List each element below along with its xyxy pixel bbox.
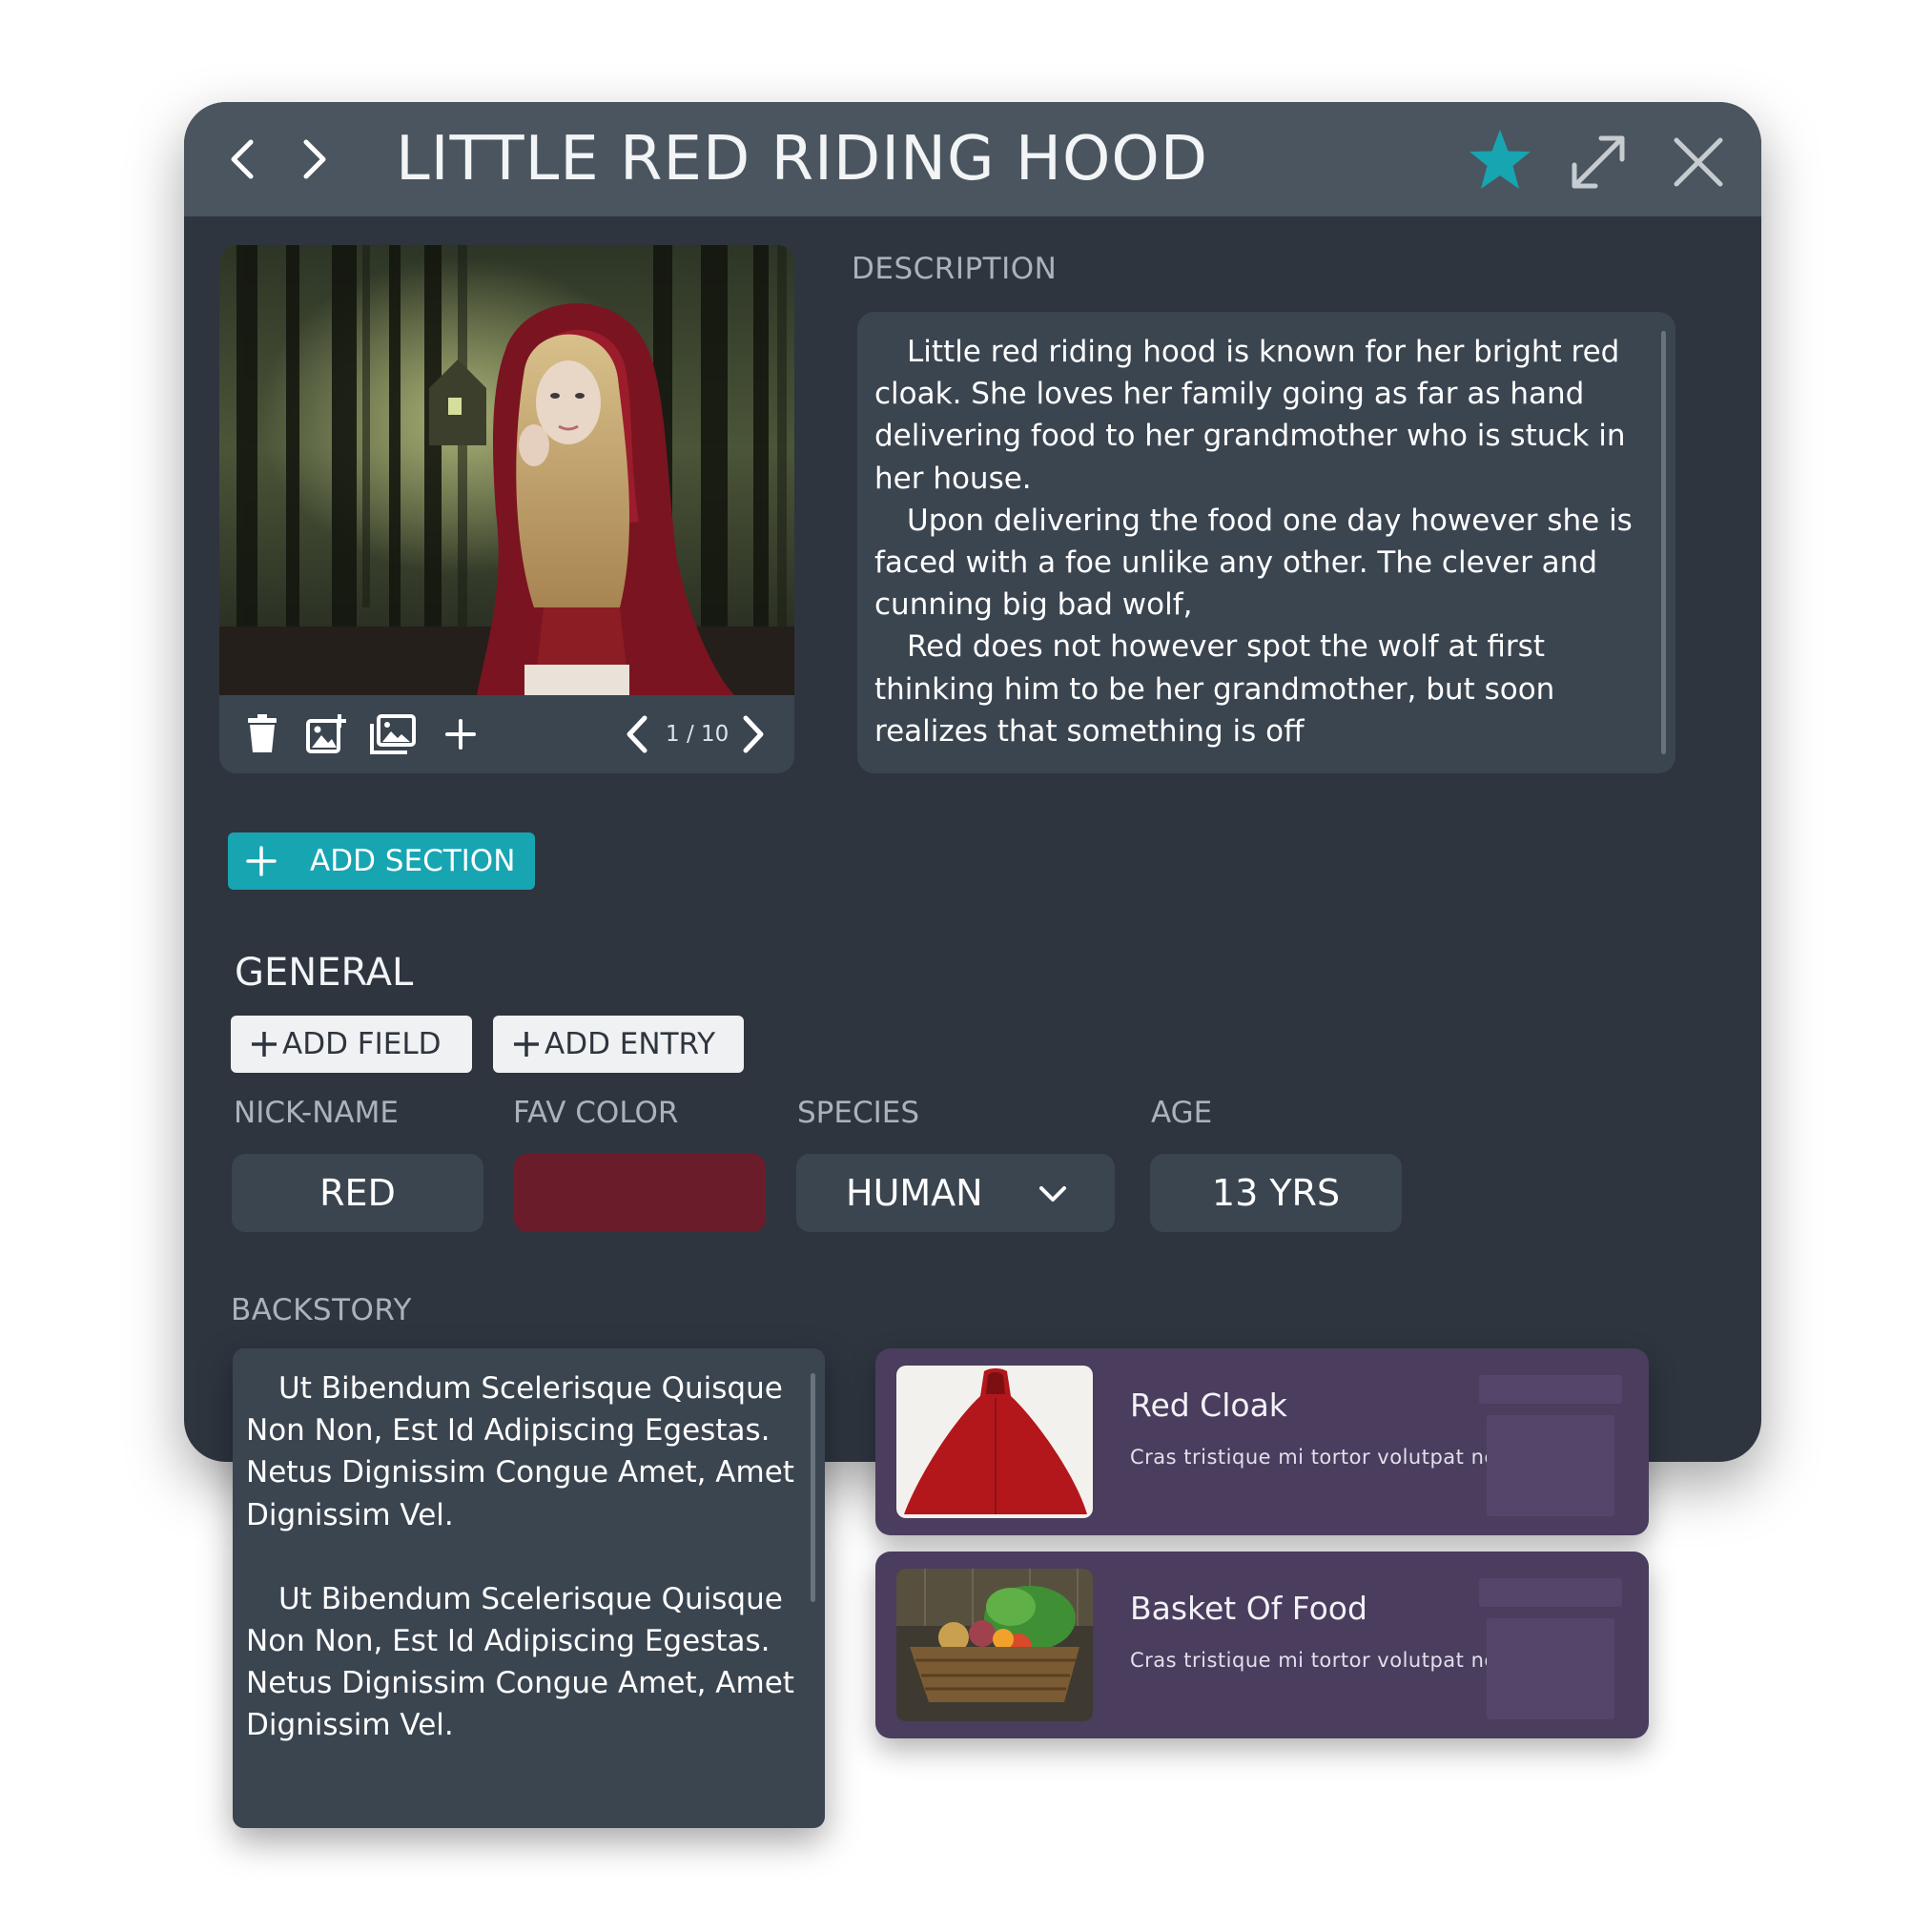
backstory-scrollbar[interactable] [811,1373,815,1602]
entry-decoration [1479,1578,1622,1607]
entry-decoration [1479,1375,1622,1404]
description-text: Little red riding hood is known for her … [874,331,1643,752]
backstory-paragraph: Ut Bibendum Scelerisque Quisque Non Non,… [246,1371,794,1532]
chevron-left-icon[interactable] [618,712,656,756]
star-icon[interactable] [1467,127,1533,194]
age-field[interactable]: 13 YRS [1150,1154,1402,1232]
plus-icon [252,1032,277,1057]
entry-card[interactable]: Red Cloak Cras tristique mi tortor volut… [875,1348,1649,1535]
backstory-textarea[interactable]: Ut Bibendum Scelerisque Quisque Non Non,… [233,1348,825,1828]
entry-thumbnail [896,1569,1093,1721]
expand-icon[interactable] [1565,129,1632,195]
character-card: LITTLE RED RIDING HOOD 1 / 10 DESCRIPTIO… [184,102,1761,1462]
page-title: LITTLE RED RIDING HOOD [396,124,1209,195]
plus-icon [514,1032,539,1057]
add-section-label: ADD SECTION [310,844,516,878]
backstory-text: Ut Bibendum Scelerisque Quisque Non Non,… [246,1367,799,1789]
nickname-value: RED [319,1172,396,1214]
plus-icon [246,846,277,876]
plus-icon[interactable] [439,712,483,756]
trash-icon[interactable] [240,712,284,756]
species-select[interactable]: HUMAN [796,1154,1115,1232]
close-icon[interactable] [1665,129,1732,195]
fav-color-swatch[interactable] [514,1154,766,1232]
entry-title: Basket Of Food [1130,1590,1367,1627]
add-field-label: ADD FIELD [282,1027,442,1061]
page-indicator: 1 / 10 [666,722,730,747]
description-scrollbar[interactable] [1661,331,1666,754]
backstory-paragraph: Ut Bibendum Scelerisque Quisque Non Non,… [246,1581,794,1743]
nickname-label: NICK-NAME [234,1096,399,1130]
character-portrait[interactable] [219,245,794,695]
backstory-label: BACKSTORY [231,1293,412,1327]
entry-thumbnail [896,1366,1093,1518]
description-paragraph: Upon delivering the food one day however… [874,503,1633,623]
fav-color-label: FAV COLOR [513,1096,679,1130]
entry-decoration [1487,1415,1614,1516]
chevron-right-icon[interactable] [285,131,342,188]
entry-decoration [1487,1618,1614,1719]
add-image-icon[interactable] [305,712,349,756]
chevron-down-icon [1039,1186,1066,1202]
description-paragraph: Red does not however spot the wolf at fi… [874,629,1555,749]
add-entry-label: ADD ENTRY [545,1027,716,1061]
image-gallery: 1 / 10 [219,245,794,773]
chevron-left-icon[interactable] [215,131,272,188]
age-value: 13 YRS [1211,1172,1341,1214]
species-value: HUMAN [846,1172,983,1214]
description-label: DESCRIPTION [852,252,1058,286]
add-section-button[interactable]: ADD SECTION [228,832,535,890]
nickname-field[interactable]: RED [232,1154,483,1232]
section-title: GENERAL [235,951,414,995]
description-paragraph: Little red riding hood is known for her … [874,335,1626,496]
entry-card[interactable]: Basket Of Food Cras tristique mi tortor … [875,1552,1649,1738]
add-entry-button[interactable]: ADD ENTRY [493,1016,744,1073]
age-label: AGE [1151,1096,1213,1130]
chevron-right-icon[interactable] [734,712,772,756]
add-field-button[interactable]: ADD FIELD [231,1016,472,1073]
gallery-icon[interactable] [369,712,417,756]
entry-title: Red Cloak [1130,1387,1287,1424]
species-label: SPECIES [797,1096,920,1130]
title-bar: LITTLE RED RIDING HOOD [184,102,1761,216]
description-textarea[interactable]: Little red riding hood is known for her … [857,312,1675,773]
